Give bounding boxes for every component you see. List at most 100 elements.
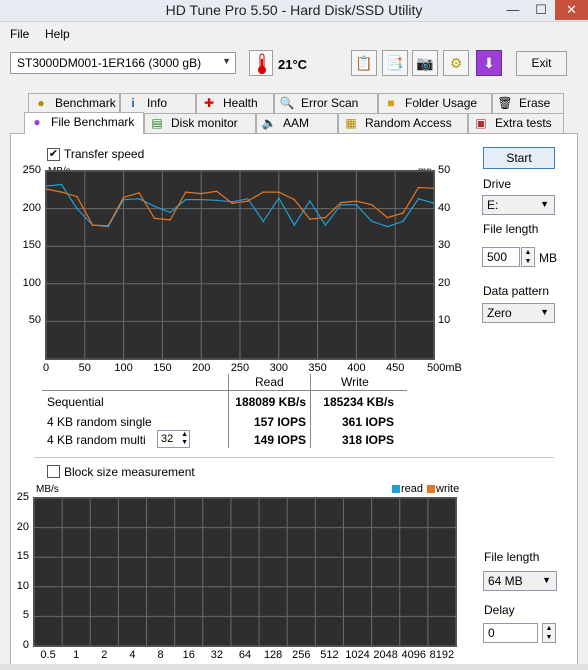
- copy-text-button[interactable]: 📋: [351, 50, 377, 76]
- copy-button[interactable]: 📑: [382, 50, 408, 76]
- data-point-write: [386, 216, 389, 219]
- data-point-read: [153, 205, 156, 208]
- delay-stepper[interactable]: ▲ ▼: [542, 623, 556, 643]
- data-pattern-dropdown[interactable]: Zero ▼: [482, 303, 555, 323]
- file-benchmark-icon: ●: [33, 115, 41, 129]
- data-point-read: [169, 211, 171, 214]
- tab-info[interactable]: i Info: [120, 93, 196, 113]
- options-button[interactable]: ⚙: [443, 50, 469, 76]
- magnifier-icon: 🔍: [279, 96, 295, 110]
- delay-input[interactable]: 0: [483, 623, 538, 643]
- data-point-write: [215, 190, 218, 193]
- legend-read-swatch: [392, 485, 400, 493]
- data-point-read: [184, 198, 187, 201]
- data-point-write: [91, 224, 94, 226]
- data-point-read: [262, 220, 265, 223]
- tab-benchmark[interactable]: ● Benchmark: [28, 93, 120, 113]
- y-tick-label: 25: [16, 491, 29, 503]
- data-point-read: [324, 224, 327, 226]
- tab-random-access[interactable]: ▦ Random Access: [338, 113, 468, 133]
- stepper-arrows-icon[interactable]: ▲ ▼: [181, 431, 188, 447]
- x-tick-label: 150: [153, 362, 172, 374]
- x-tick-label: 16: [182, 649, 195, 661]
- results-row-label: Sequential: [47, 395, 104, 409]
- minimize-button[interactable]: —: [500, 0, 526, 20]
- options-icon: ⚙: [449, 55, 463, 71]
- file-length-label: File length: [483, 222, 539, 236]
- drive-letter-dropdown[interactable]: E: ▼: [482, 195, 555, 215]
- section-divider: [34, 457, 554, 458]
- data-pattern-value: Zero: [487, 306, 512, 320]
- menu-help[interactable]: Help: [45, 27, 70, 41]
- legend-write-label: write: [436, 483, 460, 495]
- tab-erase[interactable]: 🗑 Erase: [492, 93, 564, 113]
- data-point-write: [184, 191, 187, 193]
- x-tick-label: 512: [320, 649, 339, 661]
- results-random-multi-write: 318 IOPS: [341, 433, 394, 447]
- block-size-checkbox[interactable]: [47, 465, 60, 478]
- x-tick-label: 8: [157, 649, 164, 661]
- data-point-read: [60, 183, 63, 186]
- y-tick-label: 10: [16, 579, 29, 592]
- block-file-length-label: File length: [484, 550, 540, 564]
- menu-file[interactable]: File: [10, 27, 29, 41]
- drive-dropdown-value: ST3000DM001-1ER166 (3000 gB): [17, 56, 202, 70]
- tab-error-scan[interactable]: 🔍 Error Scan: [274, 93, 378, 113]
- extra-tests-icon: ▣: [475, 116, 487, 130]
- tab-disk-monitor[interactable]: ▤ Disk monitor: [144, 113, 256, 133]
- data-point-read: [386, 225, 389, 228]
- results-col-write: Write: [341, 375, 369, 389]
- tab-health[interactable]: ✚ Health: [196, 93, 274, 113]
- data-point-write: [76, 195, 78, 198]
- y-tick-label: 20: [16, 520, 29, 533]
- data-point-write: [138, 192, 140, 194]
- y2-tick-label: 40: [438, 201, 451, 214]
- results-divider-v2: [310, 374, 311, 448]
- data-point-read: [138, 198, 140, 200]
- thermometer-icon: [249, 50, 273, 76]
- x-tick-label: 450: [386, 362, 405, 374]
- chevron-down-icon: ▼: [222, 56, 231, 66]
- data-point-read: [402, 220, 404, 223]
- screenshot-button[interactable]: 📷: [412, 50, 438, 76]
- block-size-label: Block size measurement: [64, 465, 195, 479]
- data-point-read: [215, 199, 218, 202]
- data-point-read: [371, 220, 373, 223]
- exit-button[interactable]: Exit: [516, 51, 567, 76]
- x-tick-label: 100: [114, 362, 133, 374]
- block-size-plot: [33, 497, 457, 647]
- tab-folder-usage[interactable]: ■ Folder Usage: [378, 93, 492, 113]
- y2-tick-label: 30: [438, 239, 451, 252]
- x-tick-label: 2: [101, 649, 108, 661]
- tab-extra-tests[interactable]: ▣ Extra tests: [468, 113, 564, 133]
- tab-file-benchmark[interactable]: ● File Benchmark: [24, 112, 144, 134]
- block-file-length-value: 64 MB: [488, 574, 523, 588]
- data-point-write: [402, 212, 404, 214]
- data-point-write: [371, 204, 373, 206]
- random-multi-value: 32: [161, 433, 174, 445]
- drive-dropdown[interactable]: ST3000DM001-1ER166 (3000 gB) ▼: [10, 52, 236, 74]
- x-tick-label: 50: [78, 362, 91, 374]
- transfer-speed-checkbox[interactable]: ✔: [47, 148, 60, 161]
- close-button[interactable]: ✕: [555, 0, 588, 20]
- save-button[interactable]: ⬇: [476, 50, 502, 76]
- data-point-write: [60, 191, 63, 193]
- start-button[interactable]: Start: [483, 147, 555, 169]
- data-point-read: [76, 207, 78, 210]
- drive-label: Drive: [483, 177, 512, 191]
- data-point-write: [293, 198, 296, 201]
- data-point-write: [309, 218, 311, 220]
- y2-tick-label: 50: [438, 164, 451, 176]
- tab-aam[interactable]: 🔈 AAM: [256, 113, 338, 133]
- file-length-input[interactable]: 500: [482, 247, 520, 267]
- block-file-length-dropdown[interactable]: 64 MB ▼: [483, 571, 557, 591]
- data-point-write: [231, 202, 234, 205]
- file-length-stepper[interactable]: ▲ ▼: [521, 247, 535, 267]
- random-multi-stepper[interactable]: 32 ▲ ▼: [157, 430, 190, 448]
- results-col-read: Read: [255, 375, 284, 389]
- chevron-down-icon: ▼: [540, 307, 549, 317]
- results-row-label: 4 KB random single: [47, 415, 152, 429]
- data-point-write: [262, 191, 265, 193]
- data-point-write: [340, 201, 342, 204]
- maximize-button[interactable]: ☐: [528, 0, 554, 20]
